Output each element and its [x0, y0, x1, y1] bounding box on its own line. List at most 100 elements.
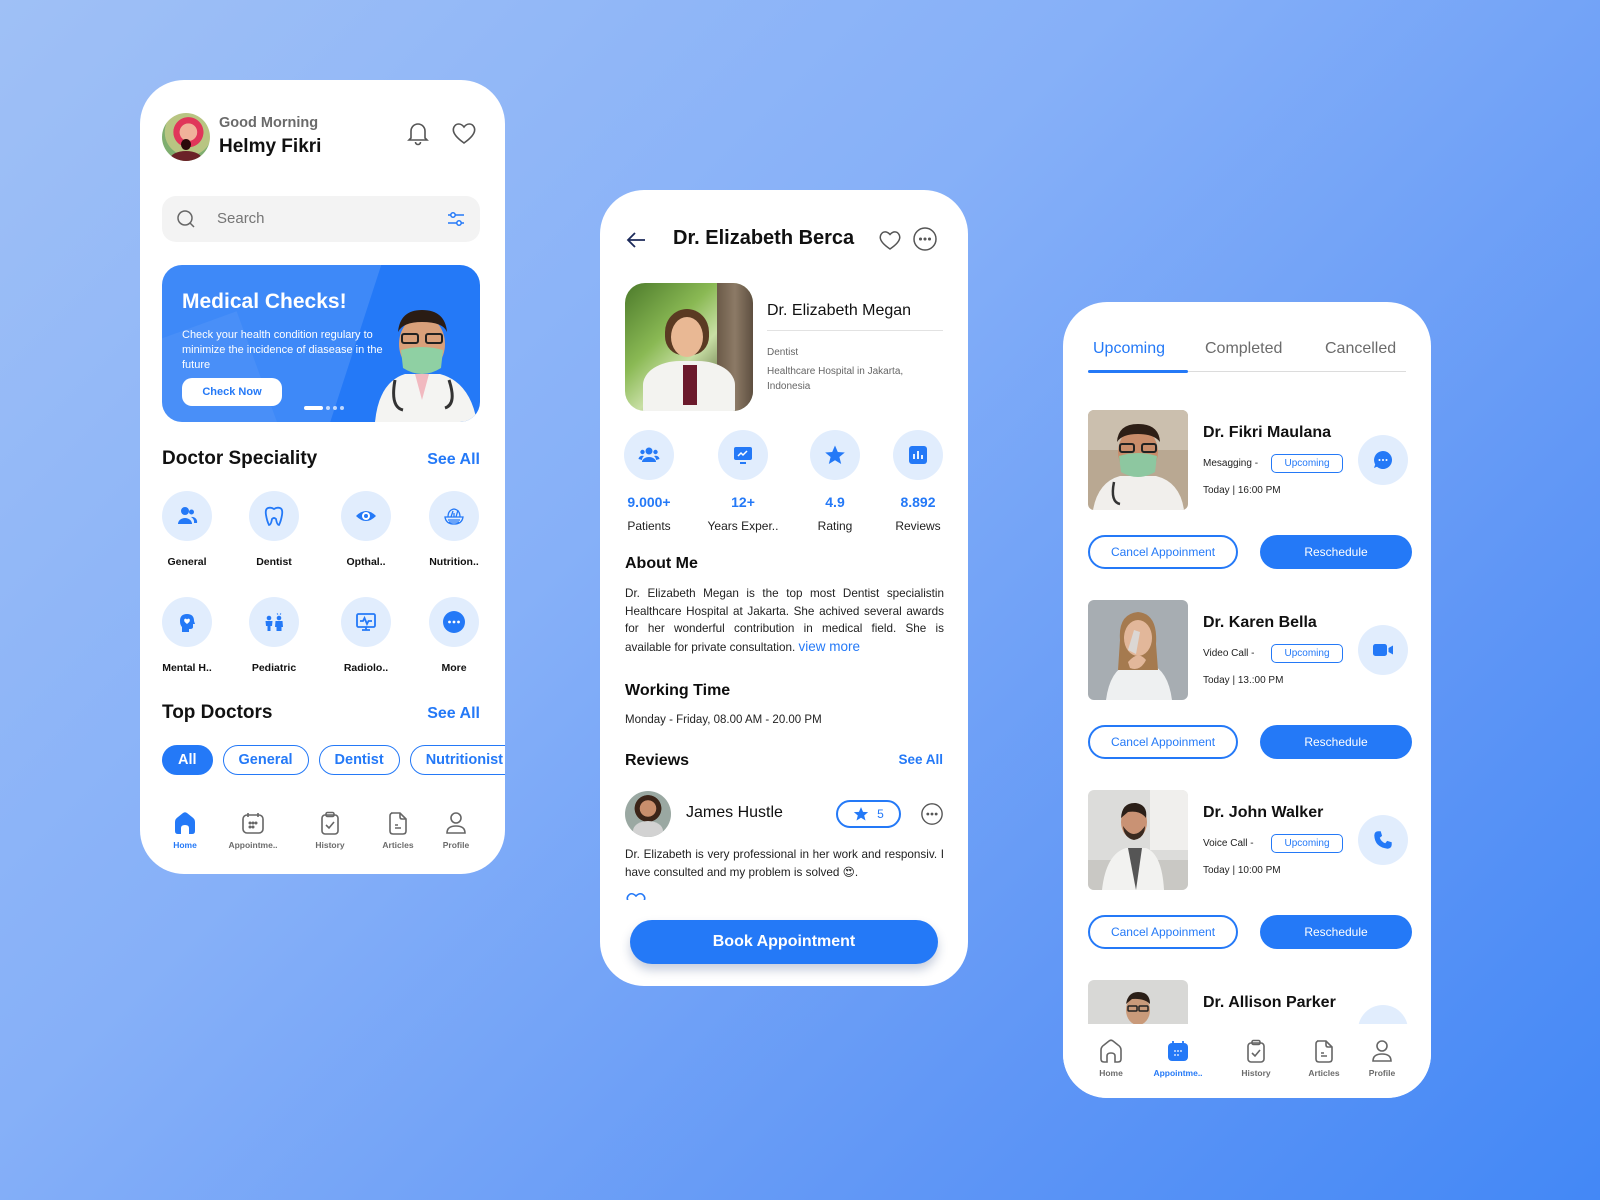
stat-reviews: 8.892 Reviews: [873, 430, 963, 533]
tab-cancelled[interactable]: Cancelled: [1325, 340, 1396, 358]
video-camera-icon: [1371, 638, 1395, 662]
status-badge: Upcoming: [1271, 834, 1343, 853]
like-heart-icon[interactable]: [625, 892, 647, 900]
speciality-mental-health[interactable]: Mental H..: [152, 597, 222, 674]
heart-icon[interactable]: [449, 118, 479, 148]
speciality-label: Opthal..: [346, 556, 386, 568]
speciality-see-all-link[interactable]: See All: [427, 451, 480, 469]
doctor-photo: [625, 283, 753, 411]
home-icon: [155, 810, 215, 836]
nav-label: Appointme..: [1153, 1068, 1203, 1078]
reviews-see-all-link[interactable]: See All: [898, 752, 943, 767]
divider: [767, 330, 943, 331]
filter-chip-general[interactable]: General: [222, 745, 309, 775]
speciality-more[interactable]: More: [419, 597, 489, 674]
phone-icon: [1372, 829, 1394, 851]
tab-upcoming[interactable]: Upcoming: [1093, 340, 1165, 358]
active-tab-indicator: [1088, 370, 1188, 373]
message-button[interactable]: [1358, 435, 1408, 485]
doctor-name: Dr. Fikri Maulana: [1203, 424, 1332, 441]
nav-label: History: [315, 840, 345, 850]
nav-home[interactable]: Home: [155, 810, 215, 850]
home-icon: [1081, 1038, 1141, 1064]
nav-history[interactable]: History: [300, 810, 360, 850]
search-bar[interactable]: [162, 196, 480, 242]
doctor-name: Dr. Allison Parker: [1203, 994, 1336, 1011]
stat-label: Rating: [817, 519, 853, 533]
star-icon: [824, 444, 846, 466]
reviewer-avatar: [625, 791, 671, 837]
stat-experience: 12+ Years Exper..: [698, 430, 788, 533]
speciality-nutrition[interactable]: Nutrition..: [419, 491, 489, 568]
stat-value: 9.000+: [627, 494, 671, 510]
filter-chip-nutritionist[interactable]: Nutritionist: [409, 745, 505, 775]
home-screen: Good Morning Helmy Fikri Medical Checks!…: [140, 80, 505, 874]
nav-history[interactable]: History: [1226, 1038, 1286, 1078]
cancel-appointment-button[interactable]: Cancel Appoinment: [1088, 915, 1238, 949]
about-body: Dr. Elizabeth Megan is the top most Dent…: [625, 587, 944, 654]
nav-label: Home: [173, 840, 197, 850]
doctor-photo: [1088, 600, 1188, 700]
promo-banner[interactable]: Medical Checks! Check your health condit…: [162, 265, 480, 422]
user-avatar[interactable]: [162, 113, 210, 161]
more-options-icon[interactable]: [912, 226, 938, 252]
clipboard-check-icon: [300, 810, 360, 836]
speciality-label: Nutrition..: [429, 556, 479, 568]
doctor-name: Dr. John Walker: [1203, 804, 1324, 821]
nav-profile[interactable]: Profile: [1352, 1038, 1412, 1078]
search-input[interactable]: [217, 210, 437, 227]
filter-chip-all[interactable]: All: [162, 745, 213, 775]
speciality-pediatric[interactable]: Pediatric: [239, 597, 309, 674]
stat-value: 12+: [731, 494, 755, 510]
reschedule-button[interactable]: Reschedule: [1260, 535, 1412, 569]
banner-title: Medical Checks!: [182, 290, 347, 313]
book-appointment-button[interactable]: Book Appointment: [630, 920, 938, 964]
greeting-text: Good Morning: [219, 115, 319, 131]
top-doctors-see-all-link[interactable]: See All: [427, 705, 480, 723]
reschedule-button[interactable]: Reschedule: [1260, 725, 1412, 759]
banner-pagination[interactable]: [304, 406, 344, 410]
reviewer-name: James Hustle: [686, 804, 783, 821]
tooth-icon: [263, 505, 285, 527]
heart-icon[interactable]: [877, 227, 903, 253]
check-now-button[interactable]: Check Now: [182, 378, 282, 406]
review-more-icon[interactable]: [920, 802, 944, 826]
banner-doctor-image: [365, 292, 480, 422]
video-call-button[interactable]: [1358, 625, 1408, 675]
speciality-dentist[interactable]: Dentist: [239, 491, 309, 568]
appointment-time: Today | 16:00 PM: [1203, 485, 1281, 496]
nav-home[interactable]: Home: [1081, 1038, 1141, 1078]
speciality-title: Doctor Speciality: [162, 448, 318, 469]
stat-value: 4.9: [825, 494, 845, 510]
filter-chip-dentist[interactable]: Dentist: [318, 745, 400, 775]
about-text: Dr. Elizabeth Megan is the top most Dent…: [625, 585, 944, 656]
user-name: Helmy Fikri: [219, 136, 322, 157]
cancel-appointment-button[interactable]: Cancel Appoinment: [1088, 725, 1238, 759]
nav-appointments[interactable]: Appointme..: [1148, 1038, 1208, 1078]
review-rating-value: 5: [877, 807, 884, 821]
tab-completed[interactable]: Completed: [1205, 340, 1282, 358]
doctor-photo: [1088, 790, 1188, 890]
bell-icon[interactable]: [403, 118, 433, 148]
appointment-card: Dr. Fikri Maulana Mesagging - Upcoming T…: [1088, 410, 1413, 580]
bottom-nav: Home Appointme.. History Articles Profil…: [140, 810, 505, 870]
voice-call-button[interactable]: [1358, 815, 1408, 865]
nav-articles[interactable]: Articles: [1294, 1038, 1354, 1078]
speciality-radiology[interactable]: Radiolo..: [331, 597, 401, 674]
sliders-icon[interactable]: [446, 209, 466, 229]
speciality-opthalmology[interactable]: Opthal..: [331, 491, 401, 568]
nav-articles[interactable]: Articles: [368, 810, 428, 850]
view-more-link[interactable]: view more: [798, 639, 860, 654]
speciality-general[interactable]: General: [152, 491, 222, 568]
doctor-photo: [1088, 410, 1188, 510]
speciality-label: More: [441, 662, 467, 674]
reschedule-button[interactable]: Reschedule: [1260, 915, 1412, 949]
back-arrow-icon[interactable]: [625, 229, 647, 251]
nav-profile[interactable]: Profile: [426, 810, 486, 850]
monitor-pulse-icon: [354, 610, 378, 634]
bar-chart-icon: [907, 444, 929, 466]
nav-appointments[interactable]: Appointme..: [223, 810, 283, 850]
cancel-appointment-button[interactable]: Cancel Appoinment: [1088, 535, 1238, 569]
food-bowl-icon: [442, 504, 466, 528]
nav-label: Articles: [1308, 1068, 1340, 1078]
